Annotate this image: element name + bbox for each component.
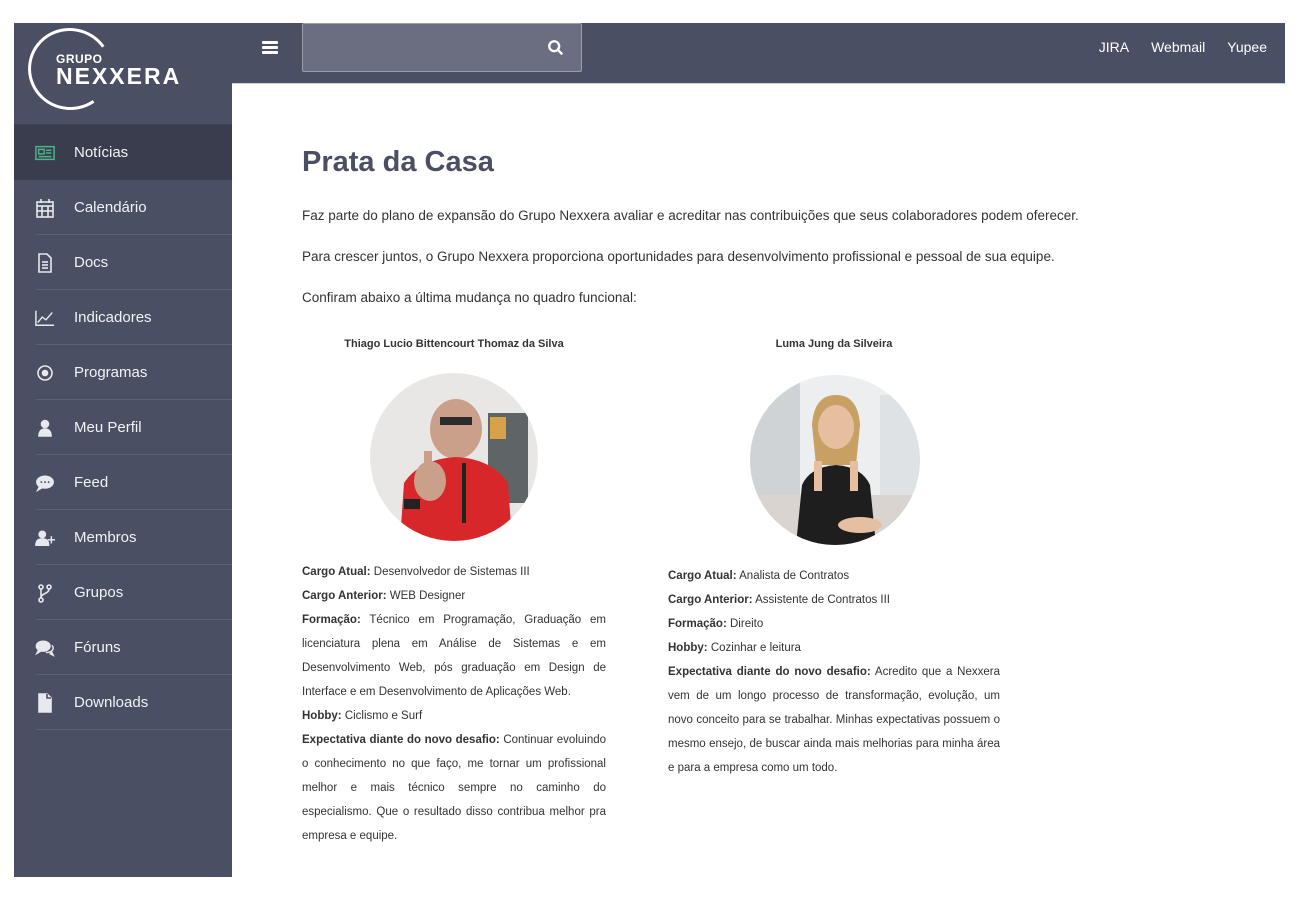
sidebar-item-calendario[interactable]: Calendário <box>14 180 232 235</box>
intro-paragraph-2: Para crescer juntos, o Grupo Nexxera pro… <box>302 249 1055 264</box>
person-photo <box>370 373 538 541</box>
sidebar-item-label: Fóruns <box>74 639 121 656</box>
person-name: Luma Jung da Silveira <box>775 338 893 350</box>
hobby-label: Hobby: <box>302 710 342 722</box>
expectativa-value: Acredito que a Nexxera vem de um longo p… <box>668 666 1000 774</box>
sidebar-item-indicadores[interactable]: Indicadores <box>14 290 232 345</box>
sidebar-item-label: Indicadores <box>74 309 152 326</box>
user-plus-icon <box>14 528 74 548</box>
sidebar: GRUPO NEXXERA Notícias Calendário Docs I… <box>14 21 232 877</box>
sidebar-menu: Notícias Calendário Docs Indicadores Pro… <box>14 125 232 730</box>
sidebar-item-label: Docs <box>74 254 109 271</box>
link-jira[interactable]: JIRA <box>1099 39 1129 55</box>
sidebar-item-membros[interactable]: Membros <box>14 510 232 565</box>
search-input[interactable] <box>313 34 533 62</box>
file-icon <box>14 692 74 713</box>
app-window: GRUPO NEXXERA Notícias Calendário Docs I… <box>14 21 1285 877</box>
calendar-icon <box>14 198 74 218</box>
expectativa-value: Continuar evoluindo o conhecimento no qu… <box>302 734 607 842</box>
sidebar-item-docs[interactable]: Docs <box>14 235 232 290</box>
sidebar-item-label: Grupos <box>74 584 124 601</box>
hobby-value: Cozinhar e leitura <box>710 642 801 654</box>
cargo-atual-label: Cargo Atual: <box>302 566 371 578</box>
logo-text-nexxera: NEXXERA <box>56 63 182 89</box>
user-icon <box>14 418 74 438</box>
grupo-nexxera-logo[interactable]: GRUPO NEXXERA <box>14 21 232 125</box>
hamburger-menu-icon[interactable] <box>262 41 278 55</box>
sidebar-item-foruns[interactable]: Fóruns <box>14 620 232 675</box>
search-icon[interactable] <box>547 39 567 59</box>
newspaper-icon <box>14 143 74 163</box>
link-webmail[interactable]: Webmail <box>1151 39 1205 55</box>
formacao-label: Formação: <box>302 614 361 626</box>
formacao-value: Técnico em Programação, Graduação em lic… <box>302 614 606 698</box>
dot-circle-icon <box>14 363 74 383</box>
sidebar-item-downloads[interactable]: Downloads <box>14 675 232 730</box>
expectativa-label: Expectativa diante do novo desafio: <box>302 734 500 746</box>
sidebar-item-meu-perfil[interactable]: Meu Perfil <box>14 400 232 455</box>
link-yupee[interactable]: Yupee <box>1227 39 1267 55</box>
person-details: Cargo Atual: Analista de Contratos Cargo… <box>668 564 1000 780</box>
sidebar-item-feed[interactable]: Feed <box>14 455 232 510</box>
comment-icon <box>14 473 74 493</box>
document-icon <box>14 252 74 273</box>
cargo-atual-value: Desenvolvedor de Sistemas III <box>373 566 530 578</box>
person-photo <box>750 375 920 545</box>
formacao-label: Formação: <box>668 618 727 630</box>
cargo-anterior-label: Cargo Anterior: <box>302 590 387 602</box>
sidebar-item-label: Feed <box>74 474 109 491</box>
top-navbar: JIRA Webmail Yupee <box>232 23 1285 84</box>
formacao-value: Direito <box>730 618 764 630</box>
sidebar-item-noticias[interactable]: Notícias <box>14 125 232 180</box>
intro-paragraph-1: Faz parte do plano de expansão do Grupo … <box>302 208 1079 223</box>
sidebar-item-grupos[interactable]: Grupos <box>14 565 232 620</box>
expectativa-label: Expectativa diante do novo desafio: <box>668 666 871 678</box>
fork-icon <box>14 583 74 603</box>
cargo-anterior-label: Cargo Anterior: <box>668 594 753 606</box>
sidebar-item-label: Membros <box>74 529 137 546</box>
comments-icon <box>14 638 74 658</box>
intro-paragraph-3: Confiram abaixo a última mudança no quad… <box>302 290 637 305</box>
person-details: Cargo Atual: Desenvolvedor de Sistemas I… <box>302 560 606 848</box>
sidebar-item-label: Programas <box>74 364 148 381</box>
hobby-value: Ciclismo e Surf <box>344 710 423 722</box>
sidebar-item-programas[interactable]: Programas <box>14 345 232 400</box>
cargo-atual-label: Cargo Atual: <box>668 570 737 582</box>
hobby-label: Hobby: <box>668 642 708 654</box>
sidebar-item-label: Notícias <box>74 144 129 161</box>
person-name: Thiago Lucio Bittencourt Thomaz da Silva <box>344 338 564 350</box>
cargo-anterior-value: Assistente de Contratos III <box>755 594 890 606</box>
sidebar-item-label: Downloads <box>74 694 149 711</box>
sidebar-item-label: Calendário <box>74 199 147 216</box>
search-box <box>302 23 582 72</box>
sidebar-item-label: Meu Perfil <box>74 419 142 436</box>
cargo-atual-value: Analista de Contratos <box>739 570 850 582</box>
main-content: Prata da Casa Faz parte do plano de expa… <box>232 85 1285 877</box>
cargo-anterior-value: WEB Designer <box>389 590 466 602</box>
page-title: Prata da Casa <box>302 146 494 178</box>
line-chart-icon <box>14 308 74 328</box>
top-links: JIRA Webmail Yupee <box>1099 39 1267 55</box>
